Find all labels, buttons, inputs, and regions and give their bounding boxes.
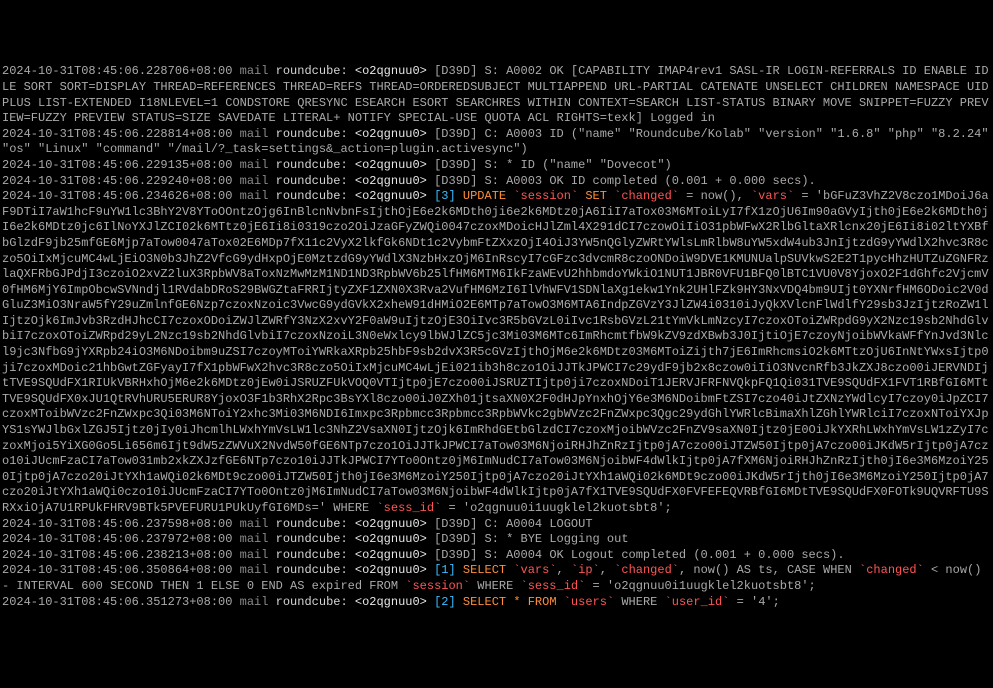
log-line: 2024-10-31T08:45:06.238213+08:00 mail ro… xyxy=(2,548,991,564)
host: mail xyxy=(240,64,269,78)
host: mail xyxy=(240,189,269,203)
process: roundcube: xyxy=(276,158,348,172)
host: mail xyxy=(240,174,269,188)
session-tag: <o2qgnuu0> xyxy=(355,563,427,577)
sql-column: `vars` xyxy=(513,563,556,577)
log-line: 2024-10-31T08:45:06.229135+08:00 mail ro… xyxy=(2,158,991,174)
host: mail xyxy=(240,595,269,609)
host: mail xyxy=(240,517,269,531)
log-line: 2024-10-31T08:45:06.234626+08:00 mail ro… xyxy=(2,189,991,516)
sql-column: `sess_id` xyxy=(521,579,586,593)
sql-text: = 'o2qgnuu0i1uugklel2kuotsbt8'; xyxy=(441,501,671,515)
sql-column: `changed` xyxy=(859,563,924,577)
process: roundcube: xyxy=(276,548,348,562)
timestamp: 2024-10-31T08:45:06.350864+08:00 xyxy=(2,563,232,577)
sql-column: `vars` xyxy=(751,189,794,203)
sql-table: `session` xyxy=(513,189,578,203)
process: roundcube: xyxy=(276,595,348,609)
sql-table: `users` xyxy=(564,595,614,609)
sql-text: = now(), xyxy=(679,189,751,203)
session-tag: <o2qgnuu0> xyxy=(355,595,427,609)
log-message: [D39D] S: A0003 OK ID completed (0.001 +… xyxy=(434,174,816,188)
sql-keyword: SELECT xyxy=(463,563,513,577)
session-tag: <o2qgnuu0> xyxy=(355,517,427,531)
log-line: 2024-10-31T08:45:06.229240+08:00 mail ro… xyxy=(2,174,991,190)
sql-column: `changed` xyxy=(614,563,679,577)
timestamp: 2024-10-31T08:45:06.228814+08:00 xyxy=(2,127,232,141)
timestamp: 2024-10-31T08:45:06.238213+08:00 xyxy=(2,548,232,562)
timestamp: 2024-10-31T08:45:06.351273+08:00 xyxy=(2,595,232,609)
sql-text: = '4'; xyxy=(729,595,779,609)
sql-column: `changed` xyxy=(614,189,679,203)
session-tag: <o2qgnuu0> xyxy=(355,548,427,562)
process: roundcube: xyxy=(276,127,348,141)
log-line: 2024-10-31T08:45:06.228706+08:00 mail ro… xyxy=(2,64,991,126)
timestamp: 2024-10-31T08:45:06.237598+08:00 xyxy=(2,517,232,531)
log-line: 2024-10-31T08:45:06.228814+08:00 mail ro… xyxy=(2,127,991,158)
session-tag: <o2qgnuu0> xyxy=(355,64,427,78)
timestamp: 2024-10-31T08:45:06.229240+08:00 xyxy=(2,174,232,188)
host: mail xyxy=(240,548,269,562)
log-message: [D39D] C: A0004 LOGOUT xyxy=(434,517,592,531)
sql-keyword: UPDATE xyxy=(463,189,513,203)
query-number: [1] xyxy=(434,563,456,577)
timestamp: 2024-10-31T08:45:06.234626+08:00 xyxy=(2,189,232,203)
host: mail xyxy=(240,532,269,546)
session-tag: <o2qgnuu0> xyxy=(355,127,427,141)
process: roundcube: xyxy=(276,517,348,531)
host: mail xyxy=(240,158,269,172)
log-message: [D39D] S: * BYE Logging out xyxy=(434,532,628,546)
session-tag: <o2qgnuu0> xyxy=(355,532,427,546)
process: roundcube: xyxy=(276,563,348,577)
process: roundcube: xyxy=(276,64,348,78)
sql-text: WHERE xyxy=(470,579,520,593)
sql-keyword: SELECT * FROM xyxy=(463,595,564,609)
timestamp: 2024-10-31T08:45:06.229135+08:00 xyxy=(2,158,232,172)
sql-value: = 'bGFuZ3VhZ2V8czo1MDoiJ6aF9DTiI7aW1hcF9… xyxy=(2,189,989,515)
session-tag: <o2qgnuu0> xyxy=(355,174,427,188)
host: mail xyxy=(240,127,269,141)
query-number: [3] xyxy=(434,189,456,203)
log-line: 2024-10-31T08:45:06.351273+08:00 mail ro… xyxy=(2,595,991,611)
log-message: [D39D] S: A0004 OK Logout completed (0.0… xyxy=(434,548,844,562)
log-line: 2024-10-31T08:45:06.350864+08:00 mail ro… xyxy=(2,563,991,594)
timestamp: 2024-10-31T08:45:06.228706+08:00 xyxy=(2,64,232,78)
log-message: [D39D] S: * ID ("name" "Dovecot") xyxy=(434,158,672,172)
sql-keyword: SET xyxy=(578,189,614,203)
terminal-log: 2024-10-31T08:45:06.228706+08:00 mail ro… xyxy=(2,64,991,610)
sql-text: , now() AS ts, CASE WHEN xyxy=(679,563,859,577)
sql-column: `sess_id` xyxy=(376,501,441,515)
sql-table: `session` xyxy=(405,579,470,593)
query-number: [2] xyxy=(434,595,456,609)
log-line: 2024-10-31T08:45:06.237972+08:00 mail ro… xyxy=(2,532,991,548)
sql-text: WHERE xyxy=(614,595,664,609)
timestamp: 2024-10-31T08:45:06.237972+08:00 xyxy=(2,532,232,546)
process: roundcube: xyxy=(276,189,348,203)
session-tag: <o2qgnuu0> xyxy=(355,158,427,172)
host: mail xyxy=(240,563,269,577)
sql-text: = 'o2qgnuu0i1uugklel2kuotsbt8'; xyxy=(585,579,815,593)
sql-column: `ip` xyxy=(571,563,600,577)
log-line: 2024-10-31T08:45:06.237598+08:00 mail ro… xyxy=(2,517,991,533)
process: roundcube: xyxy=(276,532,348,546)
process: roundcube: xyxy=(276,174,348,188)
sql-column: `user_id` xyxy=(665,595,730,609)
session-tag: <o2qgnuu0> xyxy=(355,189,427,203)
